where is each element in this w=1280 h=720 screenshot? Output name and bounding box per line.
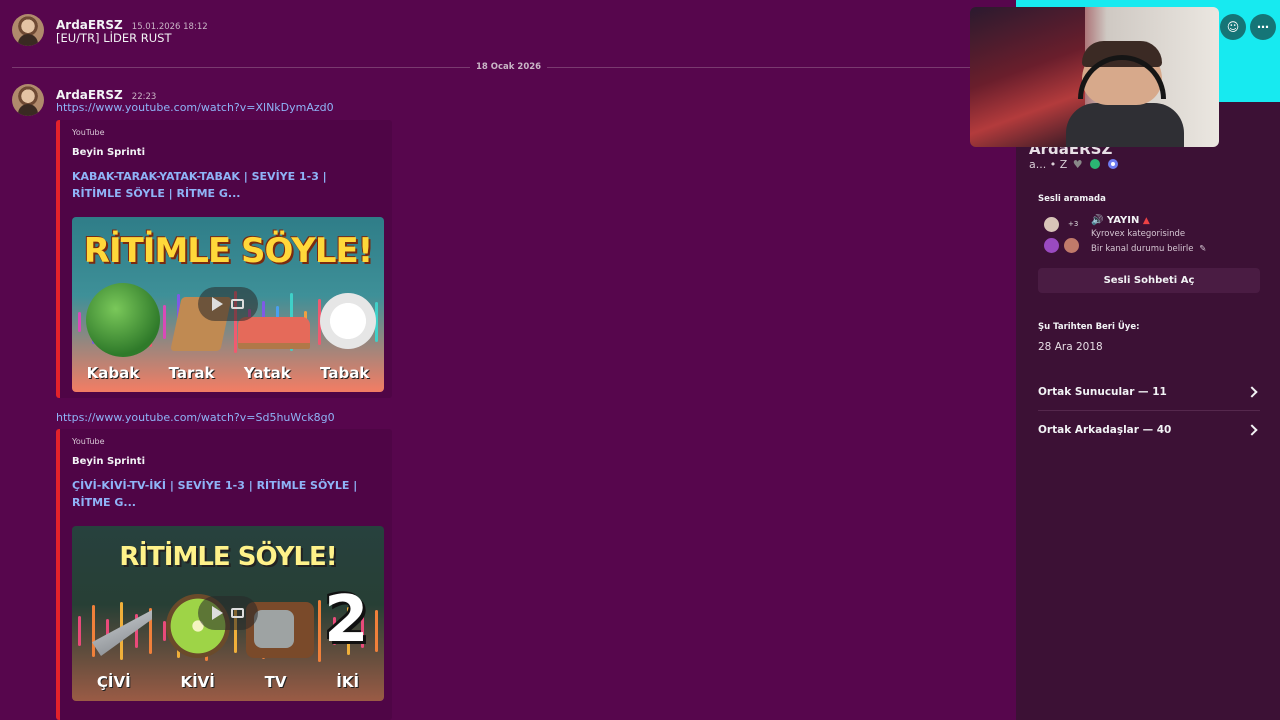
thumbnail-word: Yatak xyxy=(243,364,291,382)
thumbnail-word: Tarak xyxy=(168,364,215,382)
popout-icon xyxy=(231,608,244,618)
voice-category: Kyrovex kategorisinde xyxy=(1091,229,1186,239)
add-friend-icon: ☺ xyxy=(1226,20,1240,34)
thumbnail-word: İKİ xyxy=(336,673,360,691)
message-text: [EU/TR] LİDER RUST xyxy=(56,31,172,45)
chat-area: ArdaERSZ 15.01.2026 18:12 [EU/TR] LİDER … xyxy=(0,0,1016,720)
thumbnail-word: Tabak xyxy=(320,364,370,382)
member-since-date: 28 Ara 2018 xyxy=(1038,341,1103,353)
message-author[interactable]: ArdaERSZ xyxy=(56,88,123,102)
thumbnail-heading: RİTİMLE SÖYLE! xyxy=(83,231,373,271)
chevron-right-icon xyxy=(1246,385,1258,398)
streamer-body xyxy=(1066,103,1184,147)
thumbnail-word: KİVİ xyxy=(180,673,215,691)
avatar xyxy=(1044,217,1059,232)
open-voice-chat-button[interactable]: Sesli Sohbeti Aç xyxy=(1038,268,1260,293)
avatar xyxy=(1064,238,1079,253)
profile-status-text: a... • Z xyxy=(1029,158,1068,171)
embed-provider[interactable]: YouTube xyxy=(72,437,105,446)
thumbnail-number: 2 xyxy=(324,583,369,657)
more-options-button[interactable]: ⋯ xyxy=(1250,14,1276,40)
embed-title[interactable]: KABAK-TARAK-YATAK-TABAK | SEVİYE 1-3 | R… xyxy=(72,168,372,202)
mutual-friends-row[interactable]: Ortak Arkadaşlar — 40 xyxy=(1038,411,1260,448)
video-play-button[interactable] xyxy=(198,596,258,630)
play-icon xyxy=(212,297,223,311)
thumbnail-word: TV xyxy=(264,673,287,691)
voice-status-prompt[interactable]: Bir kanal durumu belirle ✎ xyxy=(1091,244,1206,254)
youtube-embed: YouTube Beyin Sprinti KABAK-TARAK-YATAK-… xyxy=(56,120,392,398)
video-thumbnail[interactable]: RİTİMLE SÖYLE! Kabak Tarak Yatak Tabak xyxy=(72,217,384,392)
webcam-overlay xyxy=(970,7,1219,147)
thumbnail-word: ÇİVİ xyxy=(96,673,131,691)
embed-channel[interactable]: Beyin Sprinti xyxy=(72,456,145,467)
member-since-heading: Şu Tarihten Beri Üye: xyxy=(1038,322,1140,332)
badge-icon[interactable] xyxy=(1107,159,1118,169)
message-author[interactable]: ArdaERSZ xyxy=(56,18,123,32)
chevron-right-icon xyxy=(1246,423,1258,436)
pumpkin-graphic xyxy=(86,283,160,357)
live-icon: ▲ xyxy=(1142,216,1150,226)
voice-member-count: +3 xyxy=(1068,220,1079,228)
avatar[interactable] xyxy=(12,84,44,116)
plate-graphic xyxy=(320,293,376,349)
popout-icon xyxy=(231,299,244,309)
video-thumbnail[interactable]: RİTİMLE SÖYLE! 2 ÇİVİ KİVİ TV İKİ xyxy=(72,526,384,701)
add-friend-button[interactable]: ☺ xyxy=(1220,14,1246,40)
mutual-friends-label: Ortak Arkadaşlar — 40 xyxy=(1038,423,1172,436)
profile-status: a... • Z ♥ xyxy=(1029,158,1118,171)
youtube-embed: YouTube Beyin Sprinti ÇİVİ-KİVİ-TV-İKİ |… xyxy=(56,429,392,720)
embed-provider[interactable]: YouTube xyxy=(72,128,105,137)
heart-icon: ♥ xyxy=(1072,158,1083,171)
mutual-servers-row[interactable]: Ortak Sunucular — 11 xyxy=(1038,373,1260,410)
pencil-icon: ✎ xyxy=(1199,244,1207,254)
avatar[interactable] xyxy=(12,14,44,46)
mutual-servers-label: Ortak Sunucular — 11 xyxy=(1038,385,1167,398)
more-options-icon: ⋯ xyxy=(1257,20,1269,34)
play-icon xyxy=(212,606,223,620)
voice-channel-label: 🔊 YAYIN xyxy=(1091,215,1140,226)
thumbnail-word: Kabak xyxy=(86,364,140,382)
badge-icon[interactable] xyxy=(1090,159,1101,169)
embed-title[interactable]: ÇİVİ-KİVİ-TV-İKİ | SEVİYE 1-3 | RİTİMLE … xyxy=(72,477,372,511)
voice-status-text: Bir kanal durumu belirle xyxy=(1091,244,1194,254)
message-link[interactable]: https://www.youtube.com/watch?v=XlNkDymA… xyxy=(56,101,334,114)
voice-section-heading: Sesli aramada xyxy=(1038,194,1106,204)
avatar xyxy=(1044,238,1059,253)
date-divider-label: 18 Ocak 2026 xyxy=(470,62,548,72)
voice-channel-card[interactable]: +3 🔊 YAYIN ▲ Kyrovex kategorisinde Bir k… xyxy=(1038,208,1260,260)
bed-graphic xyxy=(238,317,310,349)
thumbnail-heading: RİTİMLE SÖYLE! xyxy=(119,542,337,572)
embed-channel[interactable]: Beyin Sprinti xyxy=(72,147,145,158)
video-play-button[interactable] xyxy=(198,287,258,321)
message-link[interactable]: https://www.youtube.com/watch?v=Sd5huWck… xyxy=(56,411,335,424)
voice-channel-name[interactable]: 🔊 YAYIN ▲ xyxy=(1091,215,1150,226)
